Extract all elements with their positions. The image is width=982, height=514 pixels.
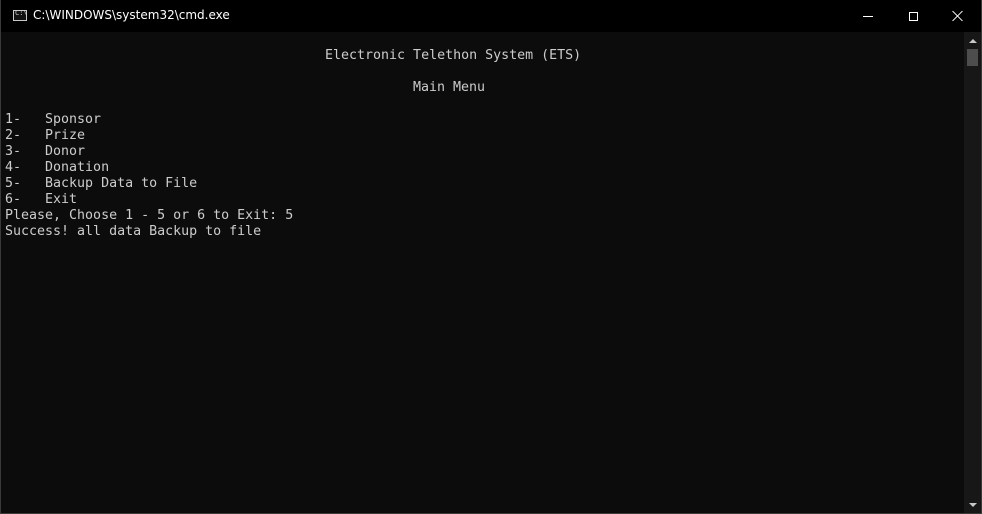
minimize-button[interactable] [845,0,891,32]
scroll-down-button[interactable] [964,496,981,513]
console-line-option-4: 4- Donation [5,160,110,175]
minimize-icon [863,15,873,17]
vertical-scrollbar[interactable] [964,32,981,513]
maximize-button[interactable] [890,0,936,32]
console-line-option-6: 6- Exit [5,192,78,207]
console-line-menu-heading: Main Menu [413,80,486,95]
console-line-option-3: 3- Donor [5,144,86,159]
maximize-icon [908,11,918,21]
window-title: C:\WINDOWS\system32\cmd.exe [33,8,230,22]
console-line-option-5: 5- Backup Data to File [5,176,198,191]
cmd-icon[interactable] [13,9,28,21]
arrow-up-icon [968,38,977,43]
console-line-prompt: Please, Choose 1 - 5 or 6 to Exit: 5 [5,208,294,223]
close-button[interactable] [935,0,981,32]
console-line-option-1: 1- Sponsor [5,112,102,127]
close-icon [952,10,964,22]
cmd-window: C:\WINDOWS\system32\cmd.exe Electronic T… [0,0,982,514]
console-line-result: Success! all data Backup to file [5,224,262,239]
arrow-down-icon [968,502,977,507]
title-bar[interactable]: C:\WINDOWS\system32\cmd.exe [1,0,981,32]
console-output[interactable]: Electronic Telethon System (ETS) Main Me… [5,48,961,508]
console-line-option-2: 2- Prize [5,128,86,143]
scrollbar-thumb[interactable] [967,49,978,66]
scroll-up-button[interactable] [964,32,981,49]
console-line-title: Electronic Telethon System (ETS) [325,48,582,63]
